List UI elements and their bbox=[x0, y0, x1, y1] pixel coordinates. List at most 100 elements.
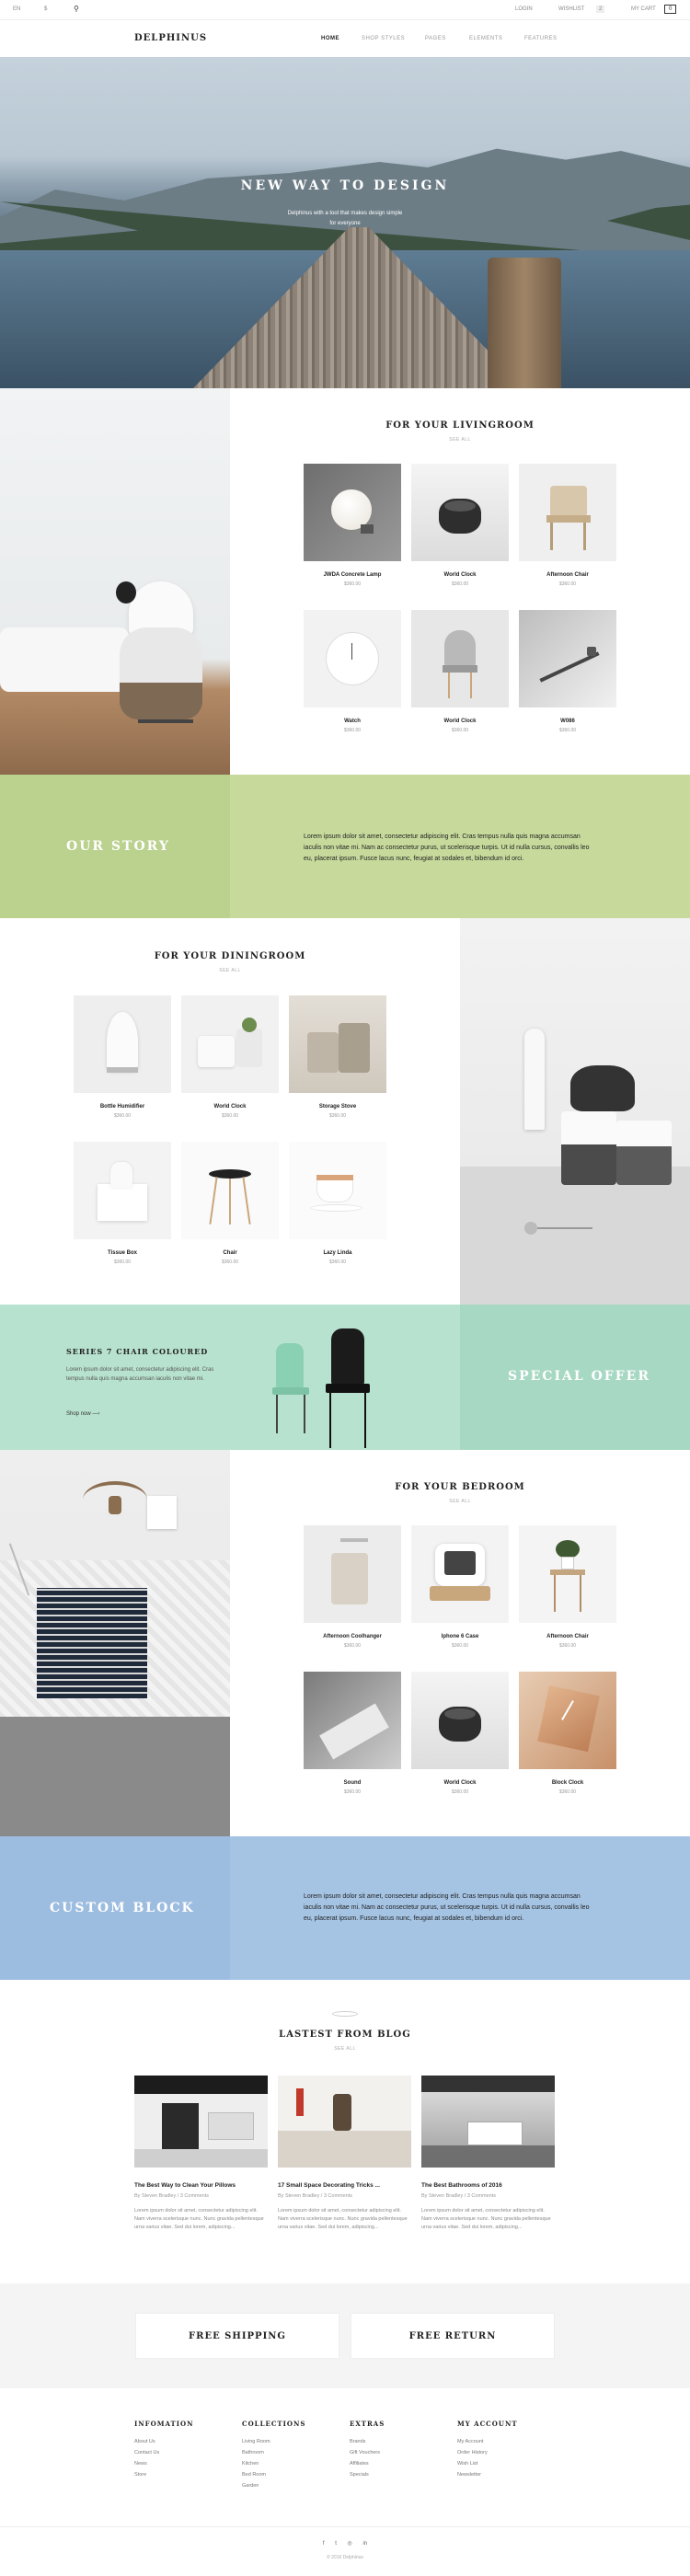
bedroom-see-all[interactable]: SEE ALL bbox=[230, 1499, 690, 1504]
instagram-icon[interactable]: ◎ bbox=[348, 2541, 352, 2547]
footer-link[interactable]: Newsletter bbox=[457, 2472, 518, 2478]
product-card[interactable]: World Clock $360.00 bbox=[411, 610, 509, 733]
product-name[interactable]: World Clock bbox=[411, 1780, 509, 1786]
product-name[interactable]: World Clock bbox=[181, 1104, 279, 1110]
blog-post[interactable]: The Best Way to Clean Your Pillows By St… bbox=[134, 2076, 268, 2232]
blog-post-title[interactable]: The Best Bathrooms of 2016 bbox=[421, 2182, 555, 2189]
product-name[interactable]: JWDA Concrete Lamp bbox=[304, 572, 401, 578]
product-name[interactable]: Lazy Linda bbox=[289, 1250, 386, 1256]
product-image[interactable] bbox=[181, 995, 279, 1093]
product-image[interactable] bbox=[519, 610, 616, 707]
blog-post-title[interactable]: The Best Way to Clean Your Pillows bbox=[134, 2182, 268, 2189]
product-card[interactable]: Tissue Box $360.00 bbox=[74, 1142, 171, 1265]
product-name[interactable]: W086 bbox=[519, 719, 616, 724]
product-image[interactable] bbox=[519, 1672, 616, 1769]
blog-post-image[interactable] bbox=[278, 2076, 411, 2168]
footer-link[interactable]: Gift Vouchers bbox=[350, 2450, 385, 2455]
product-image[interactable] bbox=[74, 995, 171, 1093]
site-logo[interactable]: DELPHINUS bbox=[134, 33, 207, 43]
blog-post-image[interactable] bbox=[421, 2076, 555, 2168]
nav-features[interactable]: FEATURES bbox=[524, 36, 558, 41]
blog-post[interactable]: The Best Bathrooms of 2016 By Steven Bra… bbox=[421, 2076, 555, 2232]
special-offer-badge[interactable]: SPECIAL OFFER bbox=[508, 1369, 650, 1384]
product-card[interactable]: Afternoon Chair $360.00 bbox=[519, 464, 616, 587]
product-image[interactable] bbox=[181, 1142, 279, 1239]
product-name[interactable]: Watch bbox=[304, 719, 401, 724]
product-card[interactable]: Sound $360.00 bbox=[304, 1672, 401, 1795]
offer-shop-link[interactable]: Shop now —› bbox=[66, 1411, 99, 1417]
linkedin-icon[interactable]: in bbox=[362, 2541, 367, 2547]
product-card[interactable]: Lazy Linda $360.00 bbox=[289, 1142, 386, 1265]
footer-link[interactable]: Brands bbox=[350, 2439, 385, 2444]
nav-shop-styles[interactable]: SHOP STYLES bbox=[362, 36, 405, 41]
footer-link[interactable]: Kitchen bbox=[242, 2461, 305, 2467]
footer-link[interactable]: Affiliates bbox=[350, 2461, 385, 2467]
product-name[interactable]: Bottle Humidifier bbox=[74, 1104, 171, 1110]
nav-home[interactable]: HOME bbox=[321, 36, 339, 41]
product-card[interactable]: World Clock $360.00 bbox=[181, 995, 279, 1119]
footer-link[interactable]: Contact Us bbox=[134, 2450, 194, 2455]
product-card[interactable]: Afternoon Coolhanger $360.00 bbox=[304, 1525, 401, 1649]
footer-link[interactable]: About Us bbox=[134, 2439, 194, 2444]
livingroom-see-all[interactable]: SEE ALL bbox=[230, 437, 690, 443]
product-image[interactable] bbox=[411, 610, 509, 707]
product-image[interactable] bbox=[289, 995, 386, 1093]
facebook-icon[interactable]: f bbox=[323, 2541, 325, 2547]
product-name[interactable]: Iphone 6 Case bbox=[411, 1634, 509, 1639]
product-name[interactable]: Chair bbox=[181, 1250, 279, 1256]
product-image[interactable] bbox=[411, 1525, 509, 1623]
product-name[interactable]: Sound bbox=[304, 1780, 401, 1786]
footer-link[interactable]: Bed Room bbox=[242, 2472, 305, 2478]
twitter-icon[interactable]: t bbox=[335, 2541, 337, 2547]
nav-pages[interactable]: PAGES bbox=[425, 36, 446, 41]
currency-selector[interactable]: $ bbox=[44, 6, 47, 12]
wishlist-link[interactable]: WISHLIST bbox=[558, 6, 584, 12]
nav-elements[interactable]: ELEMENTS bbox=[469, 36, 502, 41]
product-image[interactable] bbox=[74, 1142, 171, 1239]
product-name[interactable]: Tissue Box bbox=[74, 1250, 171, 1256]
footer-link[interactable]: News bbox=[134, 2461, 194, 2467]
cart-link[interactable]: MY CART bbox=[631, 6, 656, 12]
product-card[interactable]: Bottle Humidifier $360.00 bbox=[74, 995, 171, 1119]
product-image[interactable] bbox=[304, 610, 401, 707]
product-card[interactable]: Watch $360.00 bbox=[304, 610, 401, 733]
footer-link[interactable]: Order History bbox=[457, 2450, 518, 2455]
blog-post-image[interactable] bbox=[134, 2076, 268, 2168]
product-card[interactable]: World Clock $360.00 bbox=[411, 1672, 509, 1795]
product-image[interactable] bbox=[304, 464, 401, 561]
product-card[interactable]: Storage Stove $360.00 bbox=[289, 995, 386, 1119]
product-name[interactable]: Afternoon Chair bbox=[519, 572, 616, 578]
product-name[interactable]: World Clock bbox=[411, 572, 509, 578]
footer-link[interactable]: Living Room bbox=[242, 2439, 305, 2444]
blog-post-title[interactable]: 17 Small Space Decorating Tricks ... bbox=[278, 2182, 411, 2189]
footer-link[interactable]: Store bbox=[134, 2472, 194, 2478]
product-image[interactable] bbox=[304, 1672, 401, 1769]
product-name[interactable]: Block Clock bbox=[519, 1780, 616, 1786]
blog-see-all[interactable]: SEE ALL bbox=[0, 2046, 690, 2052]
product-card[interactable]: Block Clock $360.00 bbox=[519, 1672, 616, 1795]
footer-link[interactable]: Specials bbox=[350, 2472, 385, 2478]
product-image[interactable] bbox=[411, 464, 509, 561]
product-card[interactable]: W086 $360.00 bbox=[519, 610, 616, 733]
login-link[interactable]: LOGIN bbox=[515, 6, 533, 12]
product-card[interactable]: JWDA Concrete Lamp $360.00 bbox=[304, 464, 401, 587]
product-name[interactable]: Afternoon Chair bbox=[519, 1634, 616, 1639]
footer-link[interactable]: Wish List bbox=[457, 2461, 518, 2467]
product-name[interactable]: Afternoon Coolhanger bbox=[304, 1634, 401, 1639]
diningroom-see-all[interactable]: SEE ALL bbox=[0, 968, 460, 973]
search-icon[interactable]: ⚲ bbox=[74, 5, 79, 13]
product-image[interactable] bbox=[519, 464, 616, 561]
product-card[interactable]: Iphone 6 Case $360.00 bbox=[411, 1525, 509, 1649]
product-card[interactable]: Chair $360.00 bbox=[181, 1142, 279, 1265]
product-name[interactable]: Storage Stove bbox=[289, 1104, 386, 1110]
footer-link[interactable]: Garden bbox=[242, 2483, 305, 2489]
product-image[interactable] bbox=[289, 1142, 386, 1239]
blog-post[interactable]: 17 Small Space Decorating Tricks ... By … bbox=[278, 2076, 411, 2232]
product-image[interactable] bbox=[411, 1672, 509, 1769]
language-selector[interactable]: EN bbox=[13, 6, 20, 12]
product-card[interactable]: World Clock $360.00 bbox=[411, 464, 509, 587]
footer-link[interactable]: Bathroom bbox=[242, 2450, 305, 2455]
cart-count-badge[interactable]: 0 bbox=[664, 5, 677, 14]
product-image[interactable] bbox=[519, 1525, 616, 1623]
product-image[interactable] bbox=[304, 1525, 401, 1623]
